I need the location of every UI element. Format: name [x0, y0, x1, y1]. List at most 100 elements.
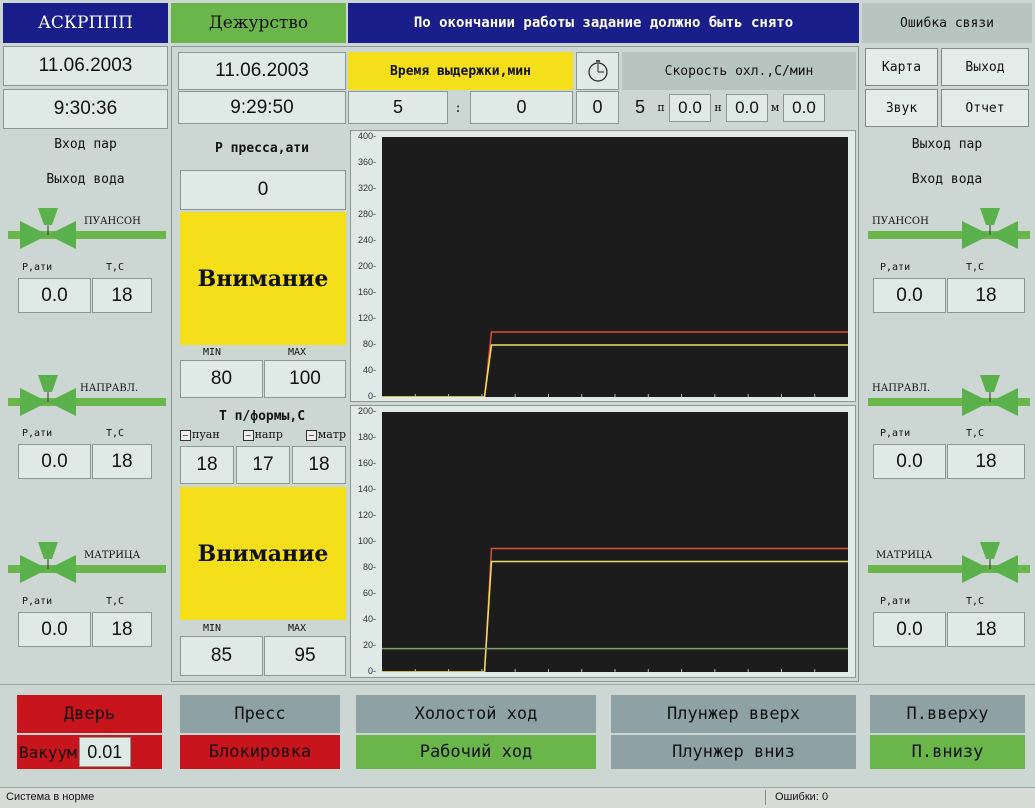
n-marker: н	[714, 101, 722, 114]
y-tick-label: 160-	[357, 458, 376, 468]
n-value: 0.0	[726, 94, 768, 122]
valve-name: НАПРАВЛ.	[872, 383, 931, 394]
m-value: 0.0	[783, 94, 825, 122]
left-matrix-pressure: 0.0	[18, 612, 91, 647]
idle-stroke-button[interactable]: Холостой ход	[356, 695, 596, 733]
valve-icon	[962, 375, 1018, 416]
t-label: Т,С	[966, 596, 985, 607]
vacuum-label: Вакуум	[19, 742, 77, 762]
plot-background	[382, 412, 848, 672]
door-button[interactable]: Дверь	[17, 695, 162, 733]
center-time: 9:29:50	[178, 91, 346, 124]
right-matrix-pressure: 0.0	[873, 612, 946, 647]
y-tick-label: 0-	[367, 666, 376, 676]
valve-name: МАТРИЦА	[84, 550, 141, 561]
valve-icon	[962, 208, 1018, 249]
p-label: Р,ати	[880, 596, 911, 607]
work-stroke-button[interactable]: Рабочий ход	[356, 735, 596, 769]
left-valve-guide[interactable]: НАПРАВЛ.	[8, 370, 166, 420]
left-punch-pressure: 0.0	[18, 278, 91, 313]
timer-icon[interactable]	[576, 52, 619, 90]
right-punch-pressure: 0.0	[873, 278, 946, 313]
hold-time-label: Время выдержки,мин	[348, 52, 573, 90]
left-guide-temp: 18	[92, 444, 152, 479]
left-guide-pressure: 0.0	[18, 444, 91, 479]
right-valve-punch[interactable]: ПУАНСОН	[868, 203, 1030, 253]
y-tick-label: 320-	[357, 183, 376, 193]
chart-top-plot	[382, 137, 848, 397]
report-button[interactable]: Отчет	[941, 89, 1029, 127]
left-matrix-temp: 18	[92, 612, 152, 647]
valve-icon	[20, 542, 76, 583]
y-tick-label: 120-	[357, 313, 376, 323]
press-button[interactable]: Пресс	[180, 695, 340, 733]
valve-name: ПУАНСОН	[84, 216, 141, 227]
y-tick-label: 400-	[357, 131, 376, 141]
error-label: Ошибка связи	[862, 3, 1032, 43]
left-date: 11.06.2003	[3, 46, 168, 86]
min-value-1: 80	[180, 360, 263, 398]
chart-bottom-axis: 0- 20- 40- 60- 80- 100- 120- 140- 160- 180- 200-	[350, 405, 380, 678]
y-tick-label: 40-	[362, 365, 376, 375]
valve-icon	[962, 542, 1018, 583]
plot-background	[382, 137, 848, 397]
p-value: 0.0	[669, 94, 711, 122]
y-tick-label: 140-	[357, 484, 376, 494]
attention-warning-1: Внимание	[180, 212, 346, 345]
press-pressure-label: Р пресса,ати	[215, 140, 309, 156]
right-inlet-label: Выход пар	[911, 137, 983, 152]
left-time: 9:30:36	[3, 89, 168, 129]
right-matrix-temp: 18	[947, 612, 1025, 647]
right-guide-pressure: 0.0	[873, 444, 946, 479]
sound-button[interactable]: Звук	[865, 89, 938, 127]
y-tick-label: 20-	[362, 640, 376, 650]
cool-rate-label: Скорость охл.,С/мин	[622, 52, 856, 90]
checkbox-icon[interactable]: −	[242, 430, 254, 441]
valve-icon	[20, 375, 76, 416]
lock-button[interactable]: Блокировка	[180, 735, 340, 769]
max-value-1: 100	[264, 360, 346, 398]
y-tick-label: 80-	[362, 562, 376, 572]
mold-col-punch[interactable]: − пуан	[180, 428, 220, 444]
mold-col-guide[interactable]: − напр	[242, 428, 283, 444]
message-banner: По окончании работы задание должно быть …	[348, 3, 859, 43]
min-label: MIN	[203, 623, 222, 634]
right-valve-guide[interactable]: НАПРАВЛ.	[868, 370, 1030, 420]
min-value-2: 85	[180, 636, 263, 676]
plunger-down-button[interactable]: Плунжер вниз	[611, 735, 856, 769]
vacuum-value: 0.01	[78, 737, 131, 767]
center-date: 11.06.2003	[178, 52, 346, 90]
left-punch-temp: 18	[92, 278, 152, 313]
y-tick-label: 360-	[357, 157, 376, 167]
m-marker: м	[770, 101, 780, 114]
max-value-2: 95	[264, 636, 346, 676]
left-valve-matrix[interactable]: МАТРИЦА	[8, 537, 166, 587]
y-tick-label: 60-	[362, 588, 376, 598]
t-label: Т,С	[106, 596, 125, 607]
right-outlet-label: Вход вода	[911, 172, 983, 187]
y-tick-label: 0-	[367, 391, 376, 401]
valve-name: ПУАНСОН	[872, 216, 929, 227]
mold-col-label: матр	[317, 428, 346, 441]
p-marker: п	[657, 101, 665, 114]
press-pressure-value: 0	[180, 170, 346, 210]
checkbox-icon[interactable]: −	[305, 430, 317, 441]
mold-temp-punch: 18	[180, 446, 234, 484]
exit-button[interactable]: Выход	[941, 48, 1029, 86]
left-valve-punch[interactable]: ПУАНСОН	[8, 203, 166, 253]
left-outlet-label: Выход вода	[46, 172, 125, 187]
p-label: Р,ати	[22, 596, 53, 607]
p-label: Р,ати	[880, 428, 911, 439]
mold-temp-matrix: 18	[292, 446, 346, 484]
y-tick-label: 40-	[362, 614, 376, 624]
chart-bottom-plot	[382, 412, 848, 672]
plunger-up-button[interactable]: Плунжер вверх	[611, 695, 856, 733]
right-valve-matrix[interactable]: МАТРИЦА	[868, 537, 1030, 587]
map-button[interactable]: Карта	[865, 48, 938, 86]
right-punch-temp: 18	[947, 278, 1025, 313]
mold-col-matrix[interactable]: − матр	[305, 428, 346, 444]
errors-count: 0	[822, 791, 829, 803]
app-name: АСКРППП	[3, 3, 168, 43]
checkbox-icon[interactable]: −	[180, 430, 191, 441]
valve-name: НАПРАВЛ.	[80, 383, 139, 394]
